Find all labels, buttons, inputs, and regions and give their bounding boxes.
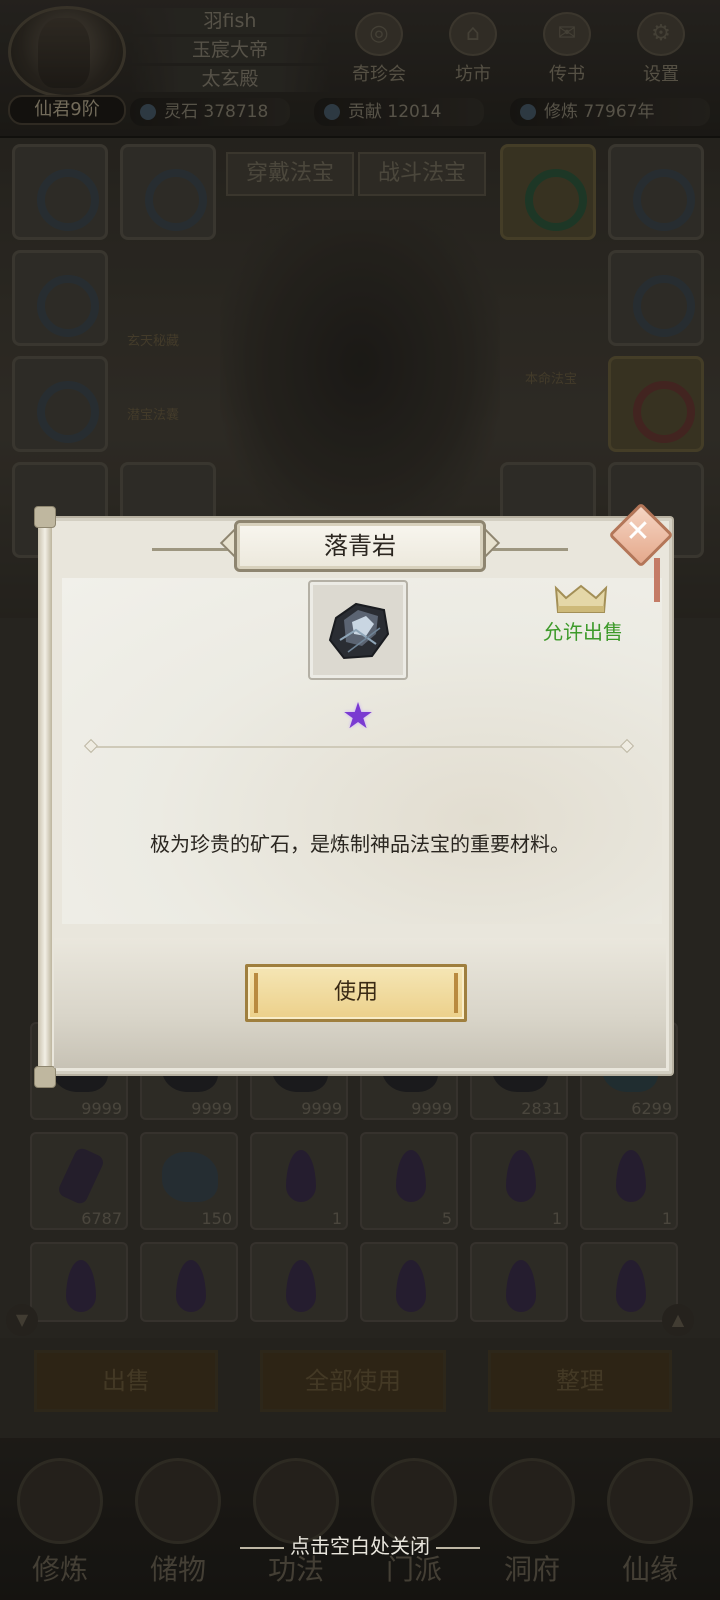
hint-ornament	[436, 1546, 480, 1549]
item-detail-dialog: 落青岩 ✕ ★ 允许出售 极为珍贵的矿石，是炼制神品法宝的重要材料。 使用	[34, 502, 674, 1088]
hint-ornament	[240, 1546, 284, 1549]
use-button-ornament	[454, 973, 458, 1013]
scroll-rod	[38, 512, 52, 1080]
item-icon-frame	[308, 580, 408, 680]
use-button-ornament	[254, 973, 258, 1013]
dialog-title: 落青岩	[324, 532, 396, 560]
dialog-title-plate: 落青岩	[234, 520, 486, 572]
close-button[interactable]: ✕	[608, 502, 674, 568]
scroll-rod-cap	[34, 506, 56, 528]
close-icon: ✕	[625, 514, 651, 549]
item-description: 极为珍贵的矿石，是炼制神品法宝的重要材料。	[150, 832, 570, 856]
close-hint: 点击空白处关闭	[210, 1530, 510, 1562]
divider	[92, 746, 626, 748]
tassel-ornament	[654, 558, 660, 602]
rarity-star-icon: ★	[341, 696, 375, 737]
use-button-label: 使用	[333, 980, 378, 1005]
crown-icon	[554, 584, 608, 613]
close-hint-text: 点击空白处关闭	[290, 1534, 430, 1558]
scroll-rod-cap	[34, 1066, 56, 1088]
ore-icon	[328, 602, 390, 660]
sell-status: 允许出售	[543, 620, 623, 644]
use-button[interactable]: 使用	[245, 964, 467, 1022]
